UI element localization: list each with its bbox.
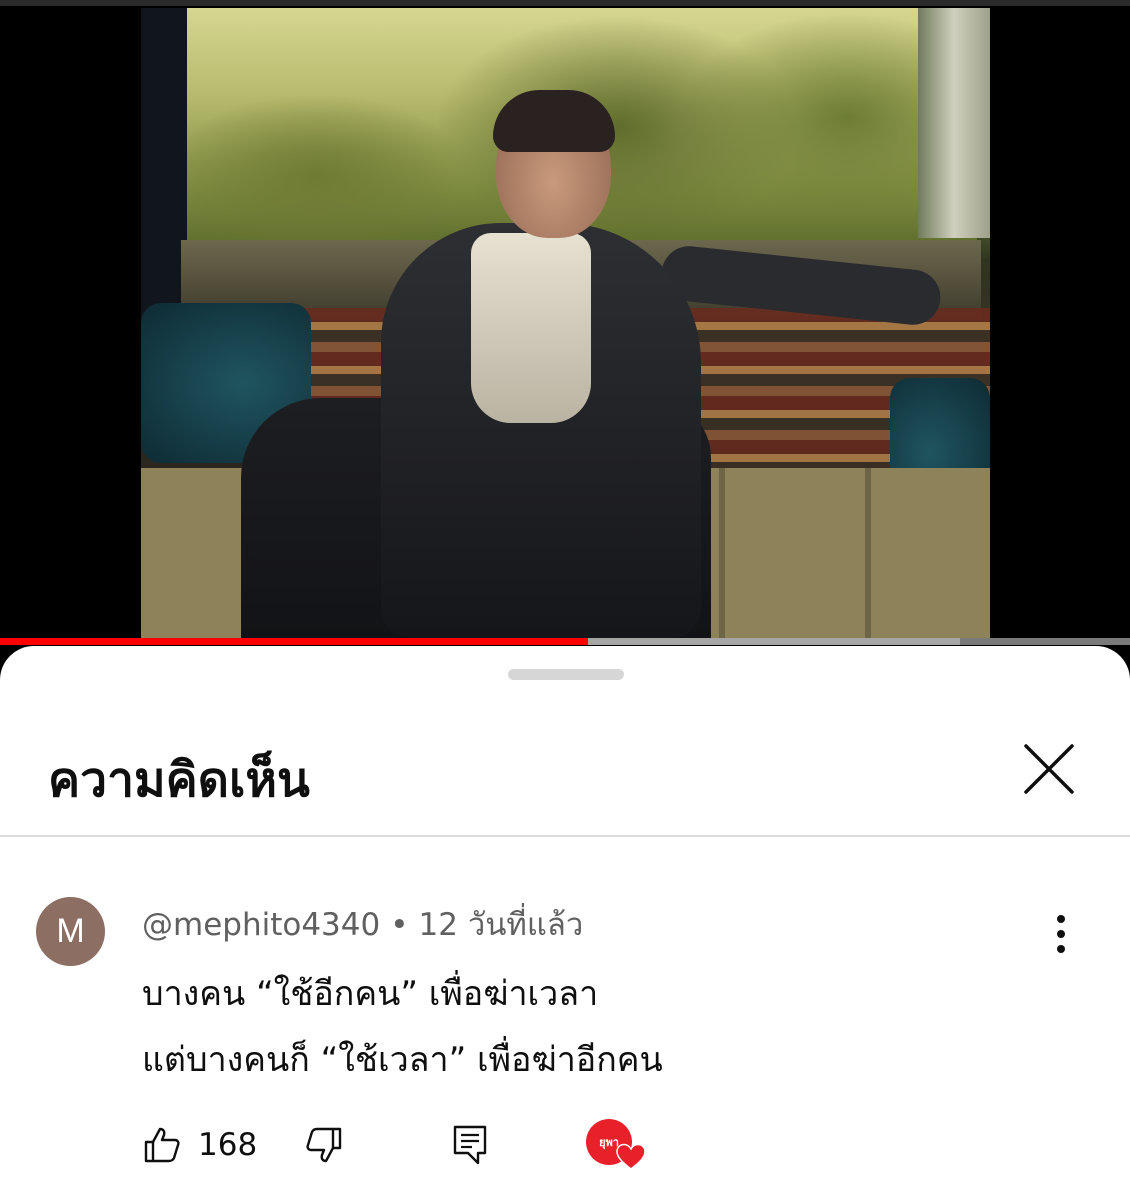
avatar-letter: M — [56, 912, 85, 950]
reply-comment-icon — [453, 1125, 487, 1165]
video-frame — [141, 8, 990, 638]
comment-body: บางคน “ใช้อีกคน” เพื่อฆ่าเวลา แต่บางคนก็… — [142, 961, 663, 1093]
comment-item: M @mephito4340 • 12 วันที่แล้ว บางคน “ใช้อ… — [0, 891, 1130, 1191]
video-player[interactable] — [0, 0, 1130, 645]
like-count: 168 — [198, 1127, 258, 1163]
comment-time: 12 วันที่แล้ว — [418, 907, 584, 943]
like-button[interactable] — [142, 1125, 182, 1165]
meta-separator: • — [390, 907, 409, 943]
close-icon — [1024, 744, 1074, 794]
more-vertical-icon-dot — [1057, 930, 1065, 938]
thumb-down-icon — [306, 1127, 342, 1163]
progress-buffered — [587, 638, 961, 645]
thumb-up-icon — [144, 1127, 180, 1163]
reply-button[interactable] — [450, 1123, 490, 1167]
more-vertical-icon — [1057, 915, 1065, 923]
comment-actions: 168 ยุพา — [142, 1119, 702, 1171]
comments-sheet: ความคิดเห็น M @mephito4340 • 12 วันที่แล้ว… — [0, 646, 1130, 1200]
comment-more-button[interactable] — [1046, 911, 1076, 957]
comments-title: ความคิดเห็น — [48, 752, 310, 808]
video-progress-bar[interactable] — [0, 638, 1130, 645]
comment-author[interactable]: @mephito4340 — [142, 907, 380, 943]
person-hair — [493, 90, 615, 152]
comment-line: แต่บางคนก็ “ใช้เวลา” เพื่อฆ่าอีกคน — [142, 1040, 663, 1080]
avatar[interactable]: M — [36, 897, 105, 966]
window-frame-right — [918, 8, 990, 238]
progress-played — [0, 638, 588, 645]
top-status-strip — [0, 0, 1130, 6]
comment-meta: @mephito4340 • 12 วันที่แล้ว — [142, 899, 583, 949]
comment-line: บางคน “ใช้อีกคน” เพื่อฆ่าเวลา — [142, 974, 599, 1014]
person-shirt — [471, 233, 591, 423]
close-button[interactable] — [1016, 736, 1082, 802]
more-vertical-icon-dot — [1057, 945, 1065, 953]
creator-heart-badge: ยุพา — [586, 1119, 646, 1179]
drag-handle[interactable] — [508, 669, 624, 680]
dislike-button[interactable] — [304, 1125, 344, 1165]
header-divider — [0, 835, 1130, 837]
heart-icon — [616, 1143, 646, 1170]
